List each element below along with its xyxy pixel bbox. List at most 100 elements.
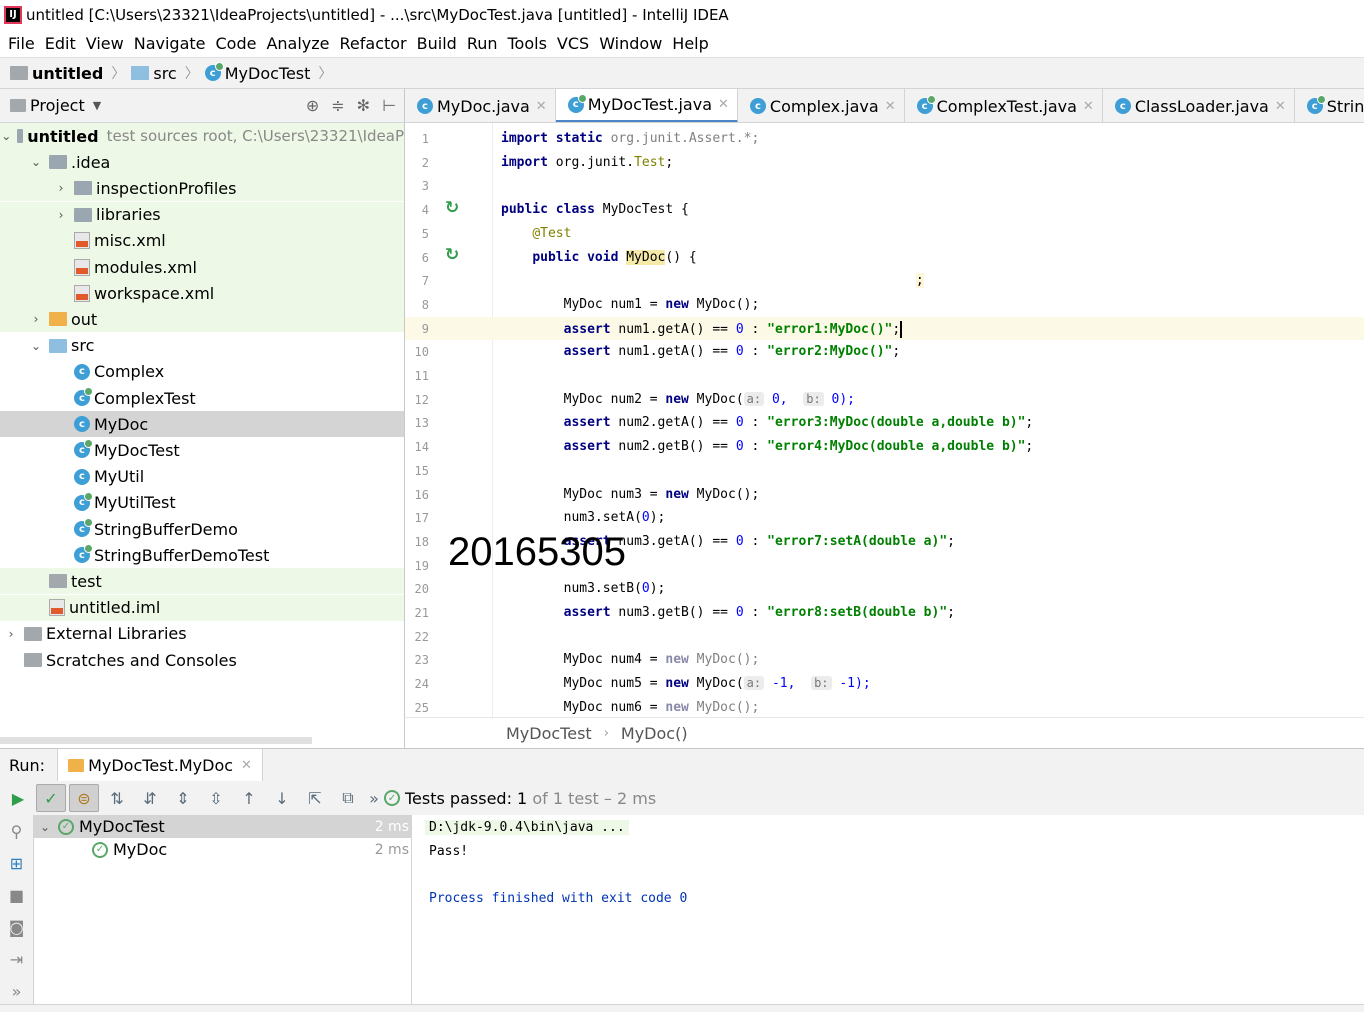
tree-item[interactable]: workspace.xml xyxy=(0,280,404,307)
editor-breadcrumb-method[interactable]: MyDoc() xyxy=(621,724,688,743)
editor-tab[interactable]: c MyDoc.java ✕ xyxy=(405,89,556,122)
sort-duration-icon[interactable]: ⇵ xyxy=(135,784,165,812)
code-line[interactable]: 5 @Test xyxy=(405,222,1364,246)
tree-item[interactable]: c MyUtilTest xyxy=(0,490,404,516)
chevron-down-icon[interactable]: ⌄ xyxy=(1,129,11,143)
code-line[interactable]: 4 public class MyDocTest { xyxy=(405,198,1364,222)
chevron-down-icon[interactable]: ⌄ xyxy=(29,155,43,169)
code-line[interactable]: 22 xyxy=(405,625,1364,649)
run-test-method-icon[interactable]: ↻ xyxy=(445,245,465,265)
code-line[interactable]: 16 MyDoc num3 = new MyDoc(); xyxy=(405,483,1364,507)
menu-run[interactable]: Run xyxy=(467,34,498,53)
code-line[interactable]: 13 assert num2.getA() == 0 : "error3:MyD… xyxy=(405,411,1364,435)
previous-failed-icon[interactable]: ↑ xyxy=(234,784,264,812)
tree-item[interactable]: › External Libraries xyxy=(0,621,404,647)
tree-item[interactable]: ⌄ src xyxy=(0,333,404,359)
chevron-right-icon[interactable]: › xyxy=(29,312,43,326)
console-output[interactable]: D:\jdk-9.0.4\bin\java ... Pass! Process … xyxy=(412,815,1364,1004)
next-failed-icon[interactable]: ↓ xyxy=(267,784,297,812)
menu-analyze[interactable]: Analyze xyxy=(266,34,329,53)
menu-view[interactable]: View xyxy=(86,34,124,53)
locate-icon[interactable]: ⊕ xyxy=(306,96,319,115)
code-line[interactable]: 21 assert num3.getB() == 0 : "error8:set… xyxy=(405,601,1364,625)
sort-alpha-icon[interactable]: ⇅ xyxy=(102,784,132,812)
hide-panel-icon[interactable]: ⊢ xyxy=(382,96,396,115)
menu-edit[interactable]: Edit xyxy=(45,34,76,53)
tree-item[interactable]: › out xyxy=(0,306,404,333)
code-line[interactable]: 1 import static org.junit.Assert.*; xyxy=(405,127,1364,151)
close-icon[interactable]: ✕ xyxy=(885,99,896,114)
tree-item[interactable]: Scratches and Consoles xyxy=(0,647,404,673)
tree-item[interactable]: misc.xml xyxy=(0,227,404,254)
more-icon[interactable]: » xyxy=(366,784,382,812)
menu-code[interactable]: Code xyxy=(216,34,257,53)
chevron-down-icon[interactable]: ⌄ xyxy=(29,339,43,353)
gear-icon[interactable]: ✻ xyxy=(357,96,370,115)
code-line[interactable]: 15 xyxy=(405,459,1364,483)
rerun-icon[interactable]: ▶ xyxy=(3,784,33,812)
run-config-tab[interactable]: MyDocTest.MyDoc ✕ xyxy=(57,748,263,782)
menu-build[interactable]: Build xyxy=(417,34,457,53)
tree-item[interactable]: › inspectionProfiles xyxy=(0,175,404,202)
camera-icon[interactable]: ◙ xyxy=(0,911,33,943)
code-line[interactable]: 23 MyDoc num4 = new MyDoc(); xyxy=(405,648,1364,672)
code-line[interactable]: 12 MyDoc num2 = new MyDoc(a: 0, b: 0); xyxy=(405,388,1364,412)
test-row-class[interactable]: ⌄ ✓ MyDocTest 2 ms xyxy=(34,815,412,838)
debug-icon[interactable]: ⚲ xyxy=(0,815,33,847)
menu-refactor[interactable]: Refactor xyxy=(340,34,407,53)
scrollbar-thumb[interactable] xyxy=(0,737,312,744)
code-line[interactable]: 25 MyDoc num6 = new MyDoc(); xyxy=(405,696,1364,717)
run-test-class-icon[interactable]: ↻ xyxy=(445,198,465,218)
breadcrumb-project[interactable]: untitled xyxy=(10,64,103,83)
tree-item[interactable]: ⌄ untitled test sources root, C:\Users\233… xyxy=(0,123,404,149)
menu-window[interactable]: Window xyxy=(599,34,662,53)
export-icon[interactable]: ⇱ xyxy=(300,784,330,812)
import-icon[interactable]: ⧉ xyxy=(333,784,363,812)
code-line[interactable]: 9 assert num1.getA() == 0 : "error1:MyDo… xyxy=(405,316,1364,341)
code-line[interactable]: 20 num3.setB(0); xyxy=(405,577,1364,601)
tree-item[interactable]: c ComplexTest xyxy=(0,385,404,411)
code-editor[interactable]: 1 import static org.junit.Assert.*; 2 impor… xyxy=(404,123,1364,717)
code-line[interactable]: 24 MyDoc num5 = new MyDoc(a: -1, b: -1); xyxy=(405,672,1364,696)
menu-tools[interactable]: Tools xyxy=(508,34,547,53)
more-icon[interactable]: » xyxy=(0,975,33,1007)
code-line[interactable]: 7 ; xyxy=(405,269,1364,293)
menu-vcs[interactable]: VCS xyxy=(557,34,589,53)
show-passed-icon[interactable]: ✓ xyxy=(36,784,66,812)
coverage-icon[interactable]: ⊞ xyxy=(0,847,33,879)
show-ignored-icon[interactable]: ⊜ xyxy=(69,784,99,812)
tree-item[interactable]: c StringBufferDemo xyxy=(0,516,404,542)
tree-item[interactable]: untitled.iml xyxy=(0,594,404,621)
collapse-all-icon[interactable]: ⇳ xyxy=(201,784,231,812)
tree-item[interactable]: c MyDocTest xyxy=(0,437,404,463)
breadcrumb-src[interactable]: src xyxy=(131,64,177,83)
chevron-right-icon[interactable]: › xyxy=(54,208,68,222)
editor-tab[interactable]: cStringBuffer xyxy=(1295,89,1364,122)
close-icon[interactable]: ✕ xyxy=(1083,99,1094,114)
code-line[interactable]: 8 MyDoc num1 = new MyDoc(); xyxy=(405,293,1364,317)
chevron-right-icon[interactable]: › xyxy=(54,181,68,195)
tree-item[interactable]: ⌄ .idea xyxy=(0,149,404,176)
code-line[interactable]: 17 num3.setA(0); xyxy=(405,506,1364,530)
editor-tab[interactable]: c MyDocTest.java ✕ xyxy=(555,89,738,122)
editor-tab[interactable]: c ClassLoader.java ✕ xyxy=(1103,89,1295,122)
editor-tab[interactable]: c ComplexTest.java ✕ xyxy=(905,89,1103,122)
breadcrumb-class[interactable]: c MyDocTest xyxy=(204,62,310,83)
tree-item[interactable]: c Complex xyxy=(0,359,404,385)
editor-tab[interactable]: c Complex.java ✕ xyxy=(738,89,905,122)
chevron-right-icon[interactable]: › xyxy=(4,627,18,641)
code-line[interactable]: 11 xyxy=(405,364,1364,388)
exit-icon[interactable]: ⇥ xyxy=(0,943,33,975)
close-icon[interactable]: ✕ xyxy=(241,758,252,773)
chevron-down-icon[interactable]: ⌄ xyxy=(40,820,54,834)
expand-all-icon[interactable]: ⇕ xyxy=(168,784,198,812)
close-icon[interactable]: ✕ xyxy=(1275,99,1286,114)
menu-navigate[interactable]: Navigate xyxy=(134,34,206,53)
tree-item[interactable]: modules.xml xyxy=(0,254,404,280)
project-view-selector[interactable]: Project xyxy=(30,96,85,115)
code-line[interactable]: 3 xyxy=(405,174,1364,198)
menu-help[interactable]: Help xyxy=(672,34,708,53)
chevron-down-icon[interactable]: ▼ xyxy=(93,99,101,112)
code-line[interactable]: 10 assert num1.getA() == 0 : "error2:MyD… xyxy=(405,340,1364,364)
test-row-method[interactable]: ✓ MyDoc 2 ms xyxy=(34,838,412,861)
